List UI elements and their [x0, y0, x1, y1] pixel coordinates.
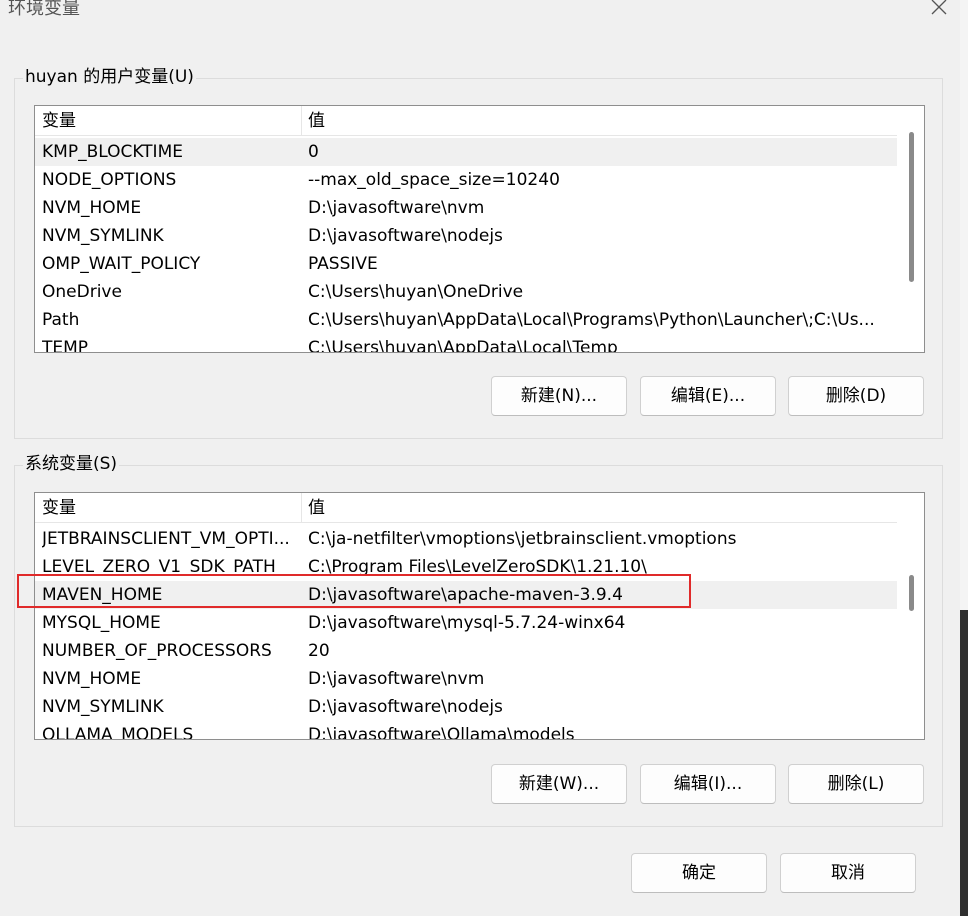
- variable-name: NVM_SYMLINK: [42, 226, 164, 246]
- variable-name: NODE_OPTIONS: [42, 170, 177, 190]
- variable-value: 20: [308, 641, 330, 661]
- variable-name: NVM_HOME: [42, 669, 142, 689]
- variable-value: PASSIVE: [308, 254, 378, 274]
- table-row[interactable]: Path C:\Users\huyan\AppData\Local\Progra…: [35, 306, 898, 334]
- table-row-selected[interactable]: MAVEN_HOME D:\javasoftware\apache-maven-…: [35, 581, 898, 609]
- variable-name: NVM_SYMLINK: [42, 697, 164, 717]
- variable-name: OneDrive: [42, 282, 122, 302]
- variable-name: KMP_BLOCKTIME: [42, 142, 183, 162]
- user-edit-button[interactable]: 编辑(E)...: [640, 376, 776, 416]
- variable-name: NVM_HOME: [42, 198, 142, 218]
- close-button[interactable]: [922, 0, 956, 24]
- system-variables-list[interactable]: 变量 值 JETBRAINSCLIENT_VM_OPTI... C:\ja-ne…: [34, 492, 925, 740]
- system-new-button[interactable]: 新建(W)...: [491, 764, 627, 804]
- variable-value: C:\Users\huyan\OneDrive: [308, 282, 524, 302]
- variable-name: MAVEN_HOME: [42, 585, 163, 605]
- table-row[interactable]: NVM_HOME D:\javasoftware\nvm: [35, 194, 898, 222]
- vertical-scrollbar[interactable]: [897, 106, 924, 352]
- table-row[interactable]: OMP_WAIT_POLICY PASSIVE: [35, 250, 898, 278]
- variable-value: --max_old_space_size=10240: [308, 170, 560, 190]
- variable-name: MYSQL_HOME: [42, 613, 161, 633]
- variable-name: OMP_WAIT_POLICY: [42, 254, 201, 274]
- ok-button[interactable]: 确定: [631, 853, 767, 893]
- variable-value: D:\javasoftware\nvm: [308, 669, 485, 689]
- variable-name: JETBRAINSCLIENT_VM_OPTI...: [42, 529, 290, 549]
- variable-name: LEVEL_ZERO_V1_SDK_PATH: [42, 557, 276, 577]
- window-title: 环境变量: [8, 0, 80, 19]
- variable-value: C:\Users\huyan\AppData\Local\Temp: [308, 338, 618, 353]
- table-row[interactable]: LEVEL_ZERO_V1_SDK_PATH C:\Program Files\…: [35, 553, 898, 581]
- system-variables-label: 系统变量(S): [23, 453, 120, 475]
- vertical-scrollbar[interactable]: [897, 493, 924, 739]
- system-edit-button[interactable]: 编辑(I)...: [640, 764, 776, 804]
- variable-name: Path: [42, 310, 80, 330]
- variable-name: OLLAMA_MODELS: [42, 725, 194, 740]
- scrollbar-thumb[interactable]: [909, 132, 914, 282]
- list-header: 变量 值: [35, 106, 898, 136]
- system-delete-button[interactable]: 删除(L): [788, 764, 924, 804]
- variable-value: C:\Program Files\LevelZeroSDK\1.21.10\: [308, 557, 647, 577]
- table-row[interactable]: NVM_SYMLINK D:\javasoftware\nodejs: [35, 222, 898, 250]
- user-delete-button[interactable]: 删除(D): [788, 376, 924, 416]
- table-row[interactable]: OneDrive C:\Users\huyan\OneDrive: [35, 278, 898, 306]
- table-row[interactable]: TEMP C:\Users\huyan\AppData\Local\Temp: [35, 334, 898, 353]
- variable-value: D:\javasoftware\nodejs: [308, 697, 503, 717]
- variable-value: C:\Users\huyan\AppData\Local\Programs\Py…: [308, 310, 875, 330]
- column-header-name[interactable]: 变量: [35, 106, 76, 136]
- table-row[interactable]: NVM_HOME D:\javasoftware\nvm: [35, 665, 898, 693]
- close-icon: [931, 0, 947, 15]
- variable-value: D:\javasoftware\mysql-5.7.24-winx64: [308, 613, 626, 633]
- column-header-value[interactable]: 值: [301, 106, 325, 136]
- column-header-value[interactable]: 值: [301, 493, 325, 523]
- cancel-button[interactable]: 取消: [780, 853, 916, 893]
- variable-value: D:\javasoftware\apache-maven-3.9.4: [308, 585, 623, 605]
- variable-name: TEMP: [42, 338, 89, 353]
- column-header-name[interactable]: 变量: [35, 493, 76, 523]
- table-row[interactable]: NUMBER_OF_PROCESSORS 20: [35, 637, 898, 665]
- table-row[interactable]: JETBRAINSCLIENT_VM_OPTI... C:\ja-netfilt…: [35, 525, 898, 553]
- user-new-button[interactable]: 新建(N)...: [491, 376, 627, 416]
- user-variables-label: huyan 的用户变量(U): [23, 66, 196, 88]
- variable-value: D:\javasoftware\nvm: [308, 198, 485, 218]
- variable-value: D:\javasoftware\Ollama\models: [308, 725, 575, 740]
- background-window-dark-region: [960, 610, 968, 916]
- table-row[interactable]: NVM_SYMLINK D:\javasoftware\nodejs: [35, 693, 898, 721]
- background-window-edge: [960, 0, 968, 916]
- variable-name: NUMBER_OF_PROCESSORS: [42, 641, 272, 661]
- user-variables-list[interactable]: 变量 值 KMP_BLOCKTIME 0 NODE_OPTIONS --max_…: [34, 105, 925, 353]
- table-row[interactable]: MYSQL_HOME D:\javasoftware\mysql-5.7.24-…: [35, 609, 898, 637]
- table-row[interactable]: NODE_OPTIONS --max_old_space_size=10240: [35, 166, 898, 194]
- scrollbar-thumb[interactable]: [909, 575, 914, 611]
- variable-value: C:\ja-netfilter\vmoptions\jetbrainsclien…: [308, 529, 737, 549]
- list-header: 变量 值: [35, 493, 898, 523]
- table-row[interactable]: OLLAMA_MODELS D:\javasoftware\Ollama\mod…: [35, 721, 898, 740]
- variable-value: 0: [308, 142, 319, 162]
- variable-value: D:\javasoftware\nodejs: [308, 226, 503, 246]
- table-row[interactable]: KMP_BLOCKTIME 0: [35, 138, 898, 166]
